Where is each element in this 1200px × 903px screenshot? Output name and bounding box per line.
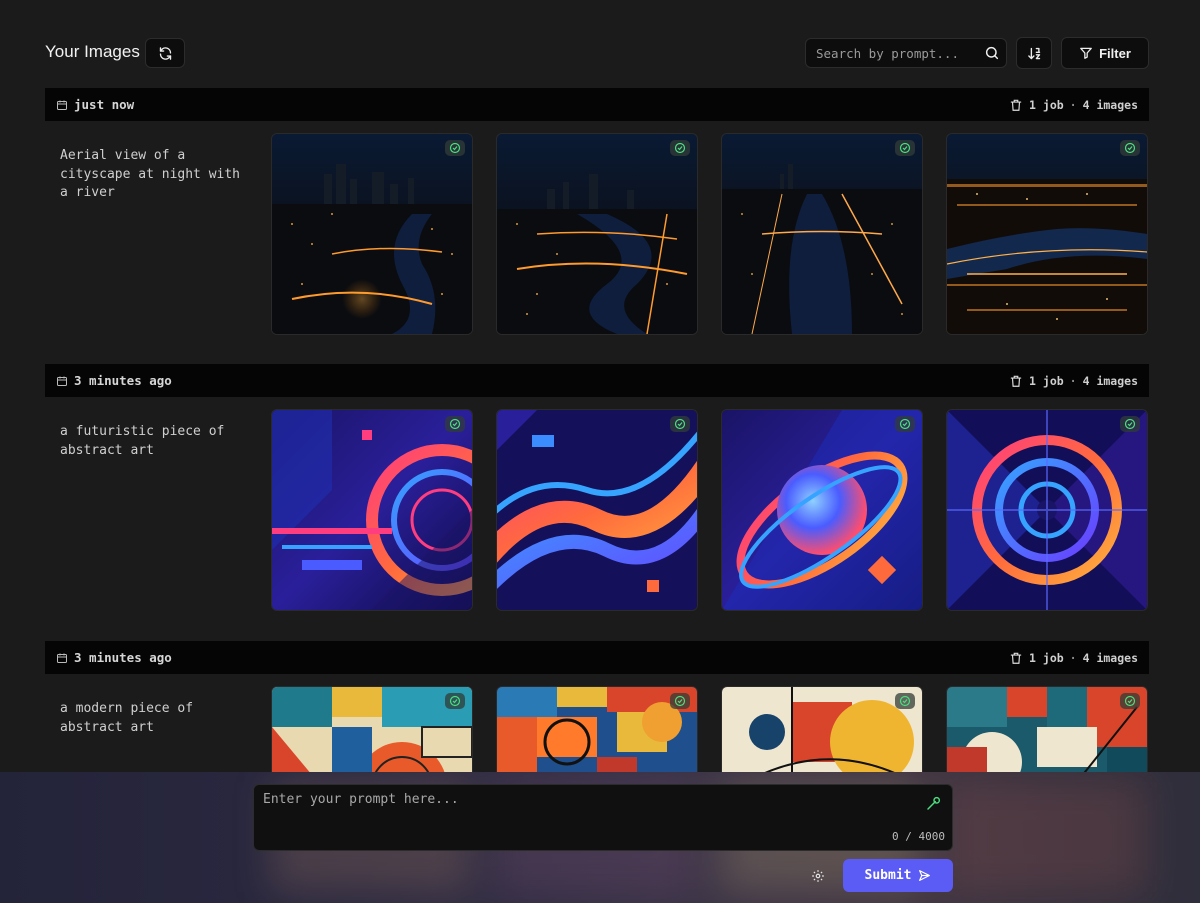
image-thumbnail[interactable] xyxy=(271,409,473,611)
image-thumbnail[interactable] xyxy=(946,133,1148,335)
check-circle-icon xyxy=(449,418,461,430)
group-jobs: 1 job xyxy=(1029,373,1064,388)
completed-badge xyxy=(670,693,690,709)
image-thumbnail[interactable] xyxy=(496,133,698,335)
completed-badge xyxy=(670,140,690,156)
completed-badge xyxy=(895,693,915,709)
completed-badge xyxy=(895,140,915,156)
abstract-futuristic-image xyxy=(722,410,922,610)
image-thumbnail[interactable] xyxy=(946,409,1148,611)
abstract-futuristic-image xyxy=(272,410,472,610)
check-circle-icon xyxy=(449,142,461,154)
completed-badge xyxy=(1120,693,1140,709)
trash-icon[interactable] xyxy=(1009,374,1023,388)
city-night-image xyxy=(497,134,697,334)
image-thumbnail[interactable] xyxy=(271,133,473,335)
search-input[interactable] xyxy=(816,39,976,67)
completed-badge xyxy=(445,416,465,432)
city-night-image xyxy=(272,134,472,334)
city-night-image xyxy=(722,134,922,334)
completed-badge xyxy=(1120,140,1140,156)
group-images: 4 images xyxy=(1082,97,1138,112)
job-group-1: just now 1 job · 4 images Aerial view of… xyxy=(45,88,1149,365)
image-thumbnail[interactable] xyxy=(496,409,698,611)
check-circle-icon xyxy=(899,418,911,430)
check-circle-icon xyxy=(449,695,461,707)
check-circle-icon xyxy=(674,418,686,430)
character-counter: 0 / 4000 xyxy=(892,830,945,843)
magic-wand-icon[interactable] xyxy=(926,795,942,811)
check-circle-icon xyxy=(899,142,911,154)
group-images: 4 images xyxy=(1082,373,1138,388)
prompt-field[interactable]: 0 / 4000 xyxy=(253,784,953,851)
sort-button[interactable] xyxy=(1016,37,1052,69)
search-icon[interactable] xyxy=(984,45,1000,61)
calendar-icon xyxy=(57,100,67,110)
completed-badge xyxy=(895,416,915,432)
abstract-futuristic-image xyxy=(947,410,1147,610)
group-header: just now 1 job · 4 images xyxy=(45,88,1149,121)
send-icon xyxy=(919,870,931,881)
group-prompt: a futuristic piece of abstract art xyxy=(60,424,225,458)
group-jobs: 1 job xyxy=(1029,97,1064,112)
prompt-composer: 0 / 4000 Submit xyxy=(0,772,1200,903)
trash-icon[interactable] xyxy=(1009,651,1023,665)
group-prompt: Aerial view of a cityscape at night with… xyxy=(60,148,241,200)
sort-icon xyxy=(1027,47,1040,59)
check-circle-icon xyxy=(899,695,911,707)
image-thumbnail[interactable] xyxy=(721,133,923,335)
refresh-icon xyxy=(159,46,171,60)
job-group-2: 3 minutes ago 1 job · 4 images a futuris… xyxy=(45,364,1149,641)
submit-label: Submit xyxy=(864,868,912,883)
prompt-input[interactable] xyxy=(263,792,913,842)
check-circle-icon xyxy=(1124,142,1136,154)
filter-label: Filter xyxy=(1099,45,1131,61)
city-night-image xyxy=(947,134,1147,334)
group-jobs: 1 job xyxy=(1029,650,1064,665)
page-header: Your Images Filter xyxy=(45,37,1149,69)
group-header: 3 minutes ago 1 job · 4 images xyxy=(45,364,1149,397)
group-time: 3 minutes ago xyxy=(74,650,172,665)
calendar-icon xyxy=(57,376,67,386)
search-field[interactable] xyxy=(805,38,1007,68)
filter-button[interactable]: Filter xyxy=(1061,37,1149,69)
check-circle-icon xyxy=(674,695,686,707)
completed-badge xyxy=(1120,416,1140,432)
page-title: Your Images xyxy=(45,42,140,61)
abstract-futuristic-image xyxy=(497,410,697,610)
completed-badge xyxy=(445,140,465,156)
group-prompt: a modern piece of abstract art xyxy=(60,701,194,735)
group-time: just now xyxy=(74,97,135,112)
calendar-icon xyxy=(57,653,67,663)
gear-icon[interactable] xyxy=(811,869,825,883)
filter-icon xyxy=(1080,47,1092,59)
image-thumbnail[interactable] xyxy=(721,409,923,611)
group-images: 4 images xyxy=(1082,650,1138,665)
submit-button[interactable]: Submit xyxy=(843,859,953,892)
trash-icon[interactable] xyxy=(1009,98,1023,112)
group-time: 3 minutes ago xyxy=(74,373,172,388)
check-circle-icon xyxy=(1124,695,1136,707)
completed-badge xyxy=(670,416,690,432)
refresh-button[interactable] xyxy=(145,38,185,68)
check-circle-icon xyxy=(1124,418,1136,430)
completed-badge xyxy=(445,693,465,709)
check-circle-icon xyxy=(674,142,686,154)
group-header: 3 minutes ago 1 job · 4 images xyxy=(45,641,1149,674)
